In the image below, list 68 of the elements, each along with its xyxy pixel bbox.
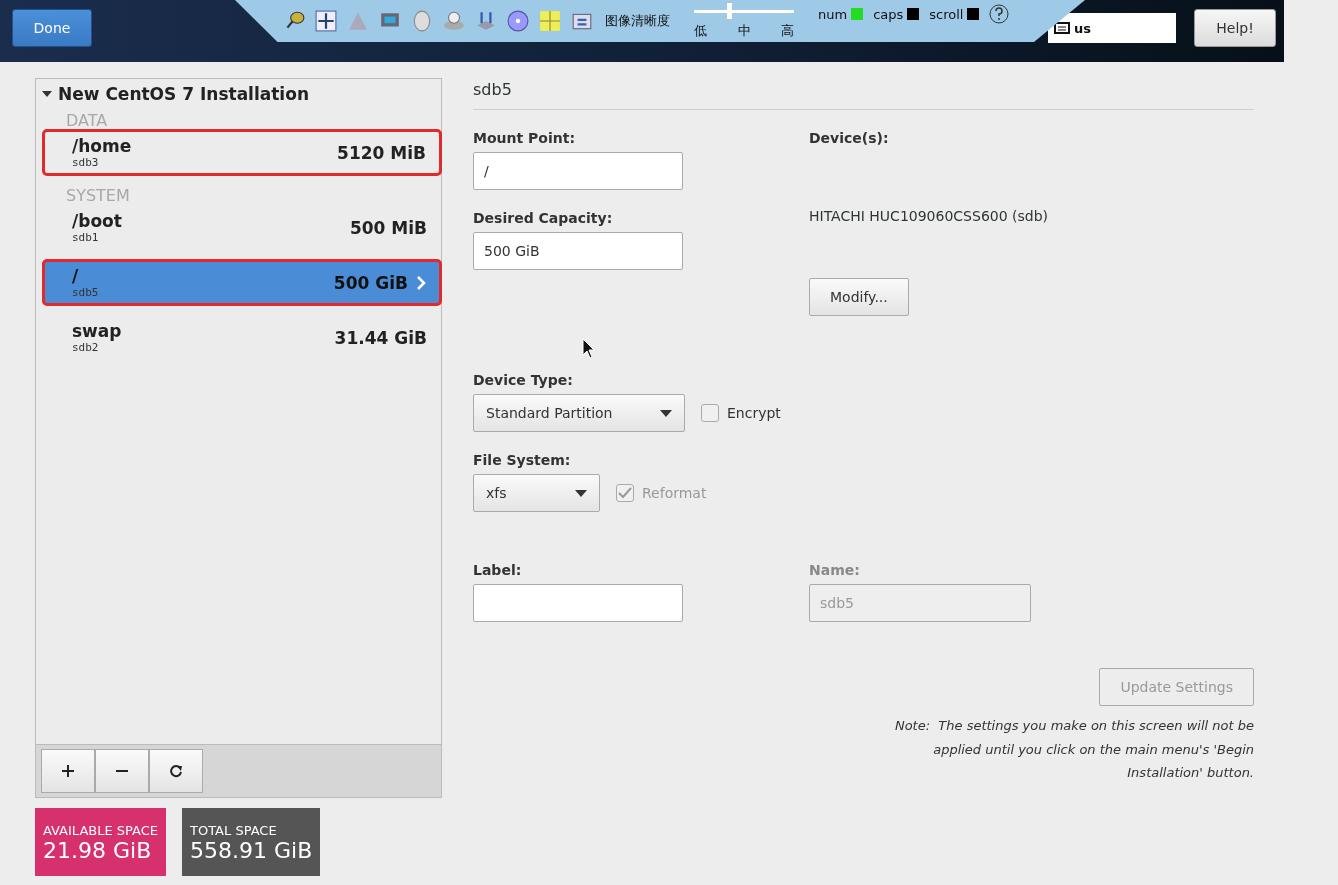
installation-tree-header[interactable]: New CentOS 7 Installation — [36, 83, 315, 105]
move-icon[interactable] — [315, 10, 337, 32]
indicator-label: caps — [873, 6, 904, 22]
keyboard-icon — [1054, 21, 1070, 35]
partition-row[interactable]: / sdb5 500 GiB — [44, 261, 440, 304]
mount-point-field[interactable]: / — [473, 152, 683, 190]
device-name: sdb5 — [72, 286, 99, 299]
space-label: AVAILABLE SPACE — [43, 823, 158, 838]
capacity-field[interactable]: 500 GiB — [473, 232, 683, 270]
partition-row[interactable]: /home sdb3 5120 MiB — [44, 131, 440, 174]
partition-size: 500 GiB — [333, 272, 408, 293]
mouse-icon[interactable] — [411, 10, 433, 32]
field-label: Desired Capacity: — [473, 210, 614, 226]
note-text: Note: The settings you make on this screen will not be applied until you click on the main menu's 'Begin Installation' button. — [893, 717, 1254, 782]
slider-tick-label: 中 — [737, 22, 751, 40]
space-label: TOTAL SPACE — [190, 823, 278, 838]
mount-point: /boot — [72, 211, 122, 231]
slider-tick-label: 高 — [781, 22, 794, 40]
cd-icon[interactable] — [507, 10, 529, 32]
group-heading: DATA — [65, 111, 109, 131]
keyboard-layout-field[interactable]: us — [1048, 13, 1176, 43]
space-value: 21.98 GiB — [43, 838, 153, 863]
help-button[interactable]: Help! — [1194, 9, 1276, 47]
image-quality-label: 图像清晰度 — [605, 12, 670, 30]
drive-icon[interactable] — [475, 10, 497, 32]
chevron-icon — [416, 275, 426, 290]
field-label: Device Type: — [473, 372, 574, 388]
space-value: 558.91 GiB — [190, 838, 313, 863]
indicator-label: scroll — [929, 6, 964, 22]
mount-point: / — [72, 266, 80, 286]
slider-tick-label: 低 — [694, 22, 707, 40]
indicator-label: num — [818, 6, 848, 22]
device-name: sdb2 — [72, 341, 100, 354]
device-type-dropdown[interactable]: Standard Partition — [473, 394, 685, 432]
device-name: sdb1 — [72, 231, 100, 244]
field-label: Mount Point: — [473, 130, 576, 146]
mount-point: /home — [72, 136, 132, 156]
refresh-button[interactable] — [149, 749, 203, 793]
caret-icon — [660, 409, 672, 417]
mount-point: swap — [72, 321, 122, 341]
help-icon[interactable] — [989, 4, 1010, 24]
done-button[interactable]: Done — [12, 9, 92, 47]
field-label: Label: — [473, 562, 523, 578]
add-icon — [61, 764, 75, 778]
field-label: File System: — [473, 452, 572, 468]
partition-title: sdb5 — [473, 78, 1254, 110]
file-system-dropdown[interactable]: xfs — [473, 474, 600, 512]
field-label: Name: — [809, 562, 861, 578]
quality-slider[interactable]: 低 中 高 — [694, 2, 794, 40]
expander-icon — [42, 90, 52, 98]
refresh-icon — [169, 764, 183, 778]
partition-row[interactable]: swap sdb2 31.44 GiB — [36, 316, 441, 359]
encrypt-checkbox[interactable]: Encrypt — [695, 403, 787, 423]
field-label: Device(s): — [809, 130, 890, 146]
caret-icon — [575, 489, 587, 497]
device-description: HITACHI HUC109060CSS600 (sdb) — [809, 208, 1050, 224]
check-icon — [618, 487, 632, 499]
add-button[interactable] — [41, 749, 95, 793]
partition-size: 500 MiB — [349, 217, 427, 238]
grid-icon[interactable] — [539, 10, 561, 32]
group-heading: SYSTEM — [65, 186, 131, 206]
partition-size: 5120 MiB — [337, 142, 426, 163]
label-field[interactable] — [473, 584, 683, 622]
partition-row[interactable]: /boot sdb1 500 MiB — [36, 206, 441, 249]
modify-button[interactable]: Modify... — [809, 278, 909, 316]
device-name: sdb3 — [72, 156, 100, 169]
partition-size: 31.44 GiB — [334, 327, 427, 348]
mouse-cursor-icon — [582, 338, 596, 360]
